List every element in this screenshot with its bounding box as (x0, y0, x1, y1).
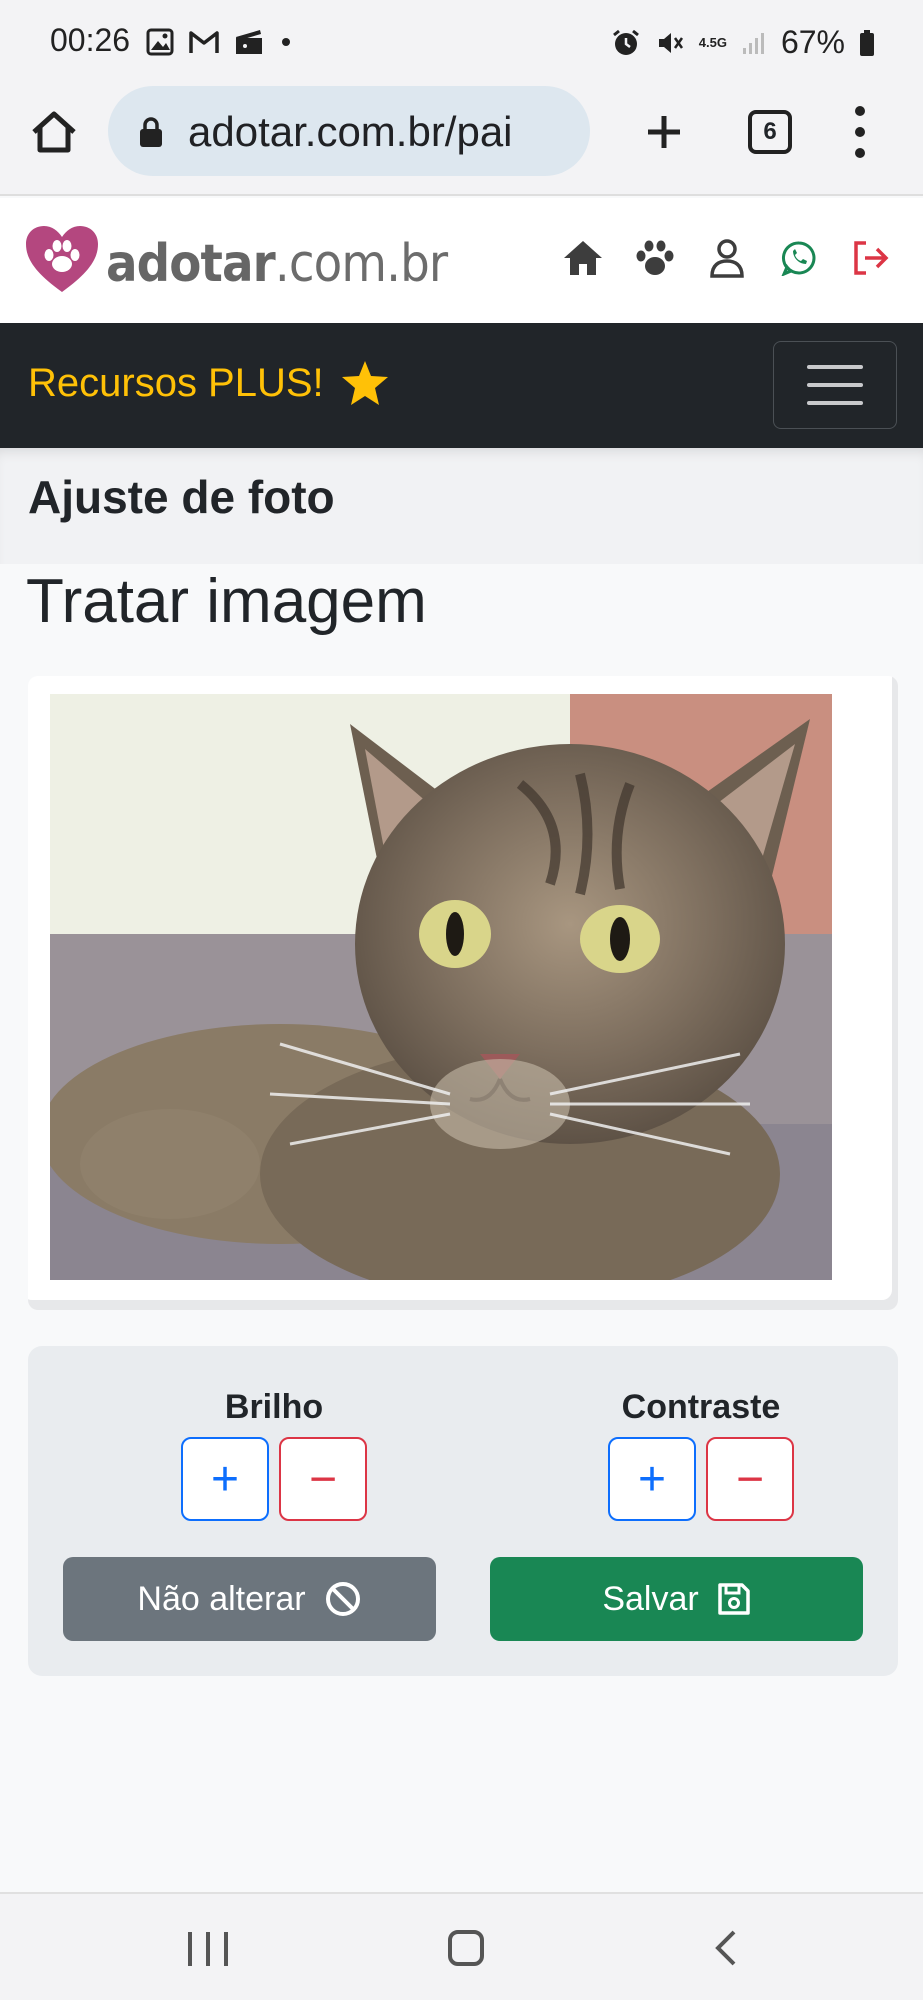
tab-count: 6 (763, 118, 777, 145)
minus-icon: − (735, 1452, 765, 1506)
navbar: Recursos PLUS! (0, 323, 923, 448)
android-navigation-bar (0, 1892, 923, 2000)
new-tab-icon[interactable] (638, 106, 690, 158)
paw-icon[interactable] (633, 236, 677, 280)
brightness-decrease-button[interactable]: − (279, 1437, 367, 1521)
battery-level: 67% (780, 24, 845, 60)
star-icon (341, 361, 388, 405)
brightness-increase-button[interactable]: + (181, 1437, 269, 1521)
status-bar: 00:26 4.5G 67% (0, 0, 923, 86)
home-nav-icon[interactable] (561, 236, 605, 280)
back-icon[interactable] (712, 1928, 740, 1968)
navbar-toggler-button[interactable] (773, 341, 897, 429)
battery-icon (860, 29, 874, 56)
contrast-increase-button[interactable]: + (608, 1437, 696, 1521)
plus-icon: + (637, 1452, 667, 1506)
logo-text: adotar.com.br (106, 234, 448, 294)
notification-dot (282, 38, 290, 46)
network-type: 4.5G (698, 35, 727, 50)
more-menu-icon[interactable] (848, 106, 872, 158)
recent-apps-icon[interactable] (188, 1932, 228, 1966)
gallery-icon (146, 28, 174, 56)
user-icon[interactable] (705, 236, 749, 280)
section-title: Tratar imagem (26, 567, 427, 636)
brightness-group: Brilho + − (124, 1388, 424, 1521)
url-text: adotar.com.br/pai (188, 108, 513, 155)
header-icons (561, 236, 893, 280)
mute-icon (658, 32, 683, 53)
save-button-label: Salvar (602, 1579, 699, 1618)
image-preview-card (28, 676, 898, 1310)
minus-icon: − (308, 1452, 338, 1506)
status-system: 4.5G 67% (611, 24, 875, 61)
site-logo[interactable]: adotar.com.br (24, 224, 485, 294)
whatsapp-icon[interactable] (777, 236, 821, 280)
floppy-disk-icon (717, 1583, 750, 1615)
contrast-label: Contraste (621, 1388, 781, 1426)
tab-switcher-button[interactable]: 6 (748, 110, 792, 154)
status-notifications (146, 28, 290, 56)
gmail-icon (189, 31, 219, 53)
status-time: 00:26 (50, 22, 131, 58)
alarm-icon (612, 29, 639, 55)
signal-icon (742, 32, 764, 54)
home-icon[interactable] (28, 106, 80, 158)
contrast-group: Contraste + − (551, 1388, 851, 1521)
heart-paw-logo-icon (26, 226, 98, 292)
address-bar[interactable]: adotar.com.br/pai (108, 86, 590, 176)
adjust-controls-panel: Brilho + − Contraste + − Não alterar Sal… (28, 1346, 898, 1676)
browser-toolbar: adotar.com.br/pai 6 (0, 86, 923, 196)
site-header: adotar.com.br (0, 198, 923, 323)
page-title: Ajuste de foto (28, 471, 335, 523)
plus-icon: + (210, 1452, 240, 1506)
contrast-decrease-button[interactable]: − (706, 1437, 794, 1521)
navbar-brand-label: Recursos PLUS! (28, 360, 324, 405)
page-header: Ajuste de foto (0, 448, 923, 564)
cancel-button-label: Não alterar (137, 1579, 306, 1618)
ban-icon (325, 1582, 360, 1616)
cancel-button[interactable]: Não alterar (63, 1557, 436, 1641)
cat-photo (50, 694, 832, 1280)
brightness-label: Brilho (224, 1388, 324, 1426)
clapper-icon (236, 30, 262, 54)
lock-icon (140, 117, 162, 147)
logout-icon[interactable] (849, 236, 893, 280)
save-button[interactable]: Salvar (490, 1557, 863, 1641)
navbar-brand[interactable]: Recursos PLUS! (28, 359, 390, 407)
android-home-icon[interactable] (448, 1930, 484, 1966)
